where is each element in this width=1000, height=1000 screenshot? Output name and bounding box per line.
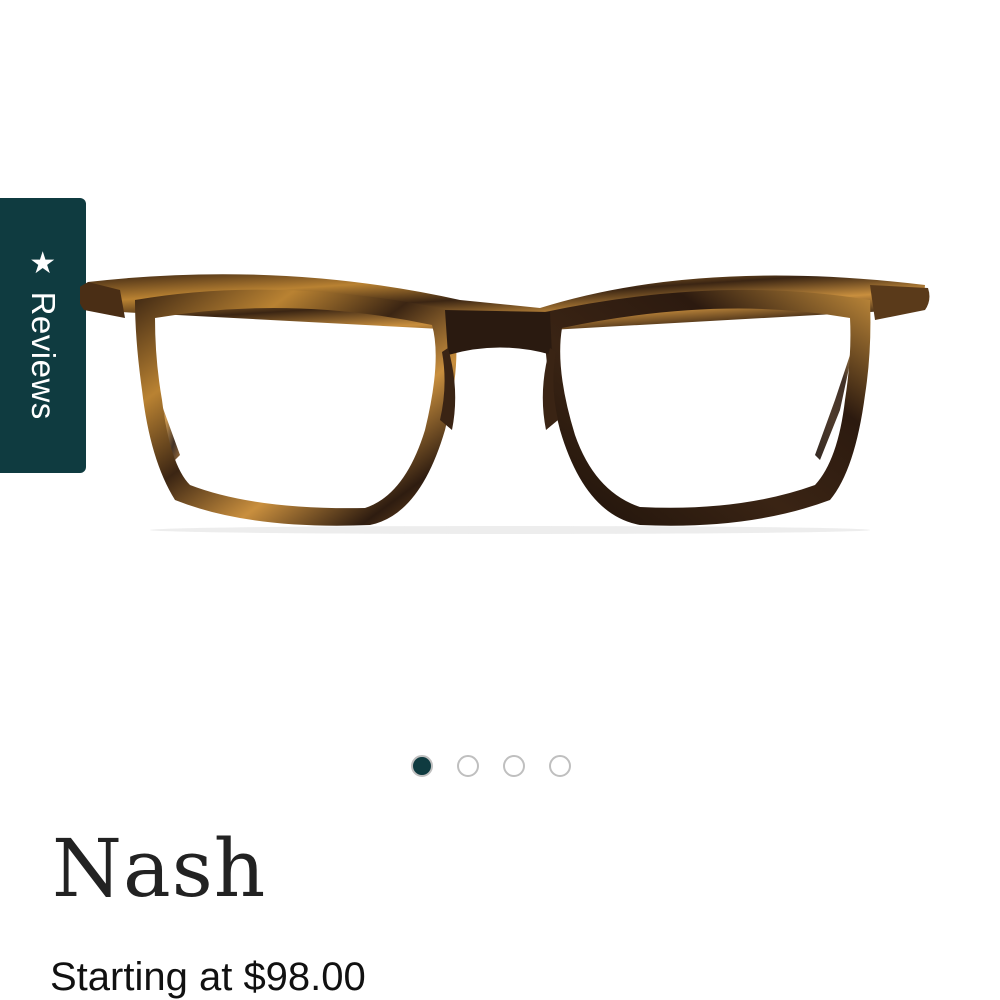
product-price: Starting at $98.00 (50, 955, 366, 999)
product-image-eyeglasses (80, 274, 930, 534)
carousel-dot-3[interactable] (503, 755, 525, 777)
carousel-dot-2[interactable] (457, 755, 479, 777)
carousel-dot-4[interactable] (549, 755, 571, 777)
star-icon: ★ (29, 246, 57, 280)
product-title: Nash (52, 822, 267, 915)
reviews-tab-label: Reviews (25, 291, 62, 420)
reviews-tab-content: ★ Reviews (24, 246, 62, 420)
reviews-tab-button[interactable]: ★ Reviews (0, 198, 86, 473)
carousel-pagination (411, 755, 571, 777)
carousel-dot-1[interactable] (411, 755, 433, 777)
